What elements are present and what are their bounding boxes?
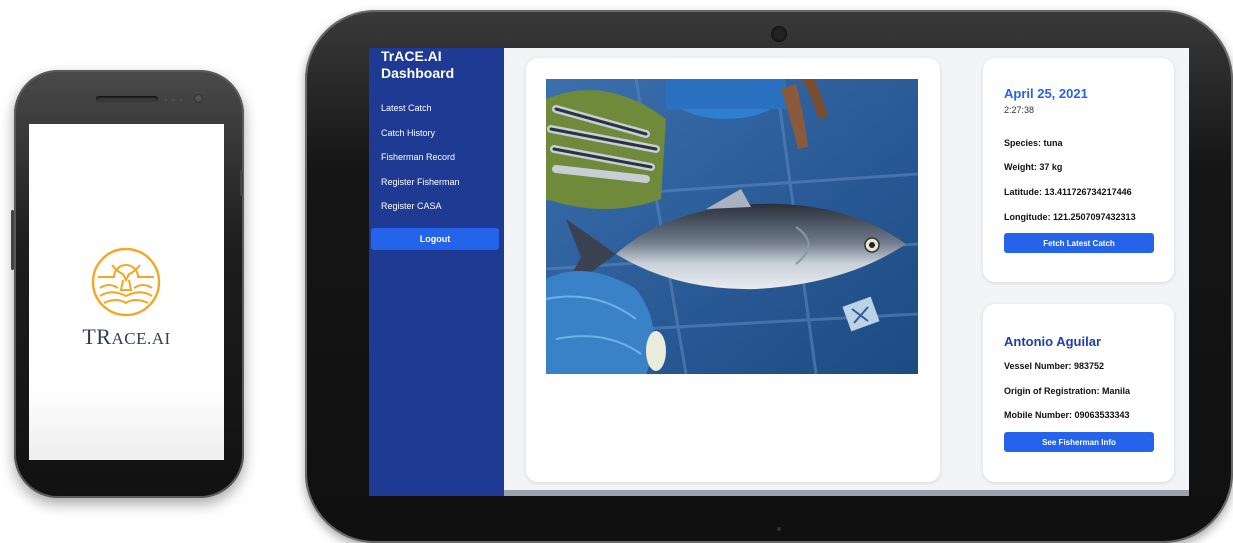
- brand-small: ACE.AI: [111, 329, 171, 348]
- screen-bottom-bar: [504, 490, 1189, 496]
- phone-volume-button: [11, 210, 14, 270]
- see-fisherman-info-button[interactable]: See Fisherman Info: [1004, 432, 1154, 452]
- sidebar-title-line2: Dashboard: [381, 65, 455, 81]
- fetch-latest-catch-button[interactable]: Fetch Latest Catch: [1004, 233, 1154, 253]
- catch-date: April 25, 2021: [1004, 86, 1088, 101]
- sidebar-item-latest-catch[interactable]: Latest Catch: [381, 103, 432, 113]
- sidebar-item-fisherman-record[interactable]: Fisherman Record: [381, 152, 455, 162]
- catch-photo-card: [526, 58, 940, 482]
- catch-weight: Weight: 37 kg: [1004, 162, 1063, 172]
- fisherman-origin: Origin of Registration: Manila: [1004, 386, 1131, 396]
- tablet-device: TrACE.AI Dashboard Latest Catch Catch Hi…: [305, 10, 1233, 543]
- sidebar-item-catch-history[interactable]: Catch History: [381, 128, 435, 138]
- catch-time: 2:27:38: [1004, 105, 1035, 115]
- phone-speaker: [96, 96, 158, 102]
- phone-camera-icon: [194, 94, 203, 103]
- sidebar-title-line1: TrACE.AI: [381, 48, 442, 64]
- logout-button[interactable]: Logout: [371, 228, 499, 250]
- sidebar-item-register-casa[interactable]: Register CASA: [381, 201, 442, 211]
- catch-longitude: Longitude: 121.2507097432313: [1004, 212, 1136, 222]
- sidebar-title: TrACE.AI Dashboard: [381, 48, 501, 82]
- dashboard-screen: TrACE.AI Dashboard Latest Catch Catch Hi…: [369, 48, 1189, 496]
- whale-tail-wave-icon: [91, 247, 161, 317]
- fisherman-vessel-number: Vessel Number: 983752: [1004, 361, 1105, 371]
- fisherman-mobile: Mobile Number: 09063533343: [1004, 410, 1130, 420]
- phone-splash-screen: TRACE.AI: [29, 124, 224, 460]
- tablet-camera-icon: [771, 26, 787, 42]
- fisherman-name: Antonio Aguilar: [1004, 334, 1102, 349]
- latest-catch-card: April 25, 2021 2:27:38 Species: tuna Wei…: [983, 58, 1174, 282]
- phone-power-button: [240, 170, 243, 196]
- tablet-mic: [777, 527, 781, 531]
- catch-latitude: Latitude: 13.411726734217446: [1004, 187, 1132, 197]
- phone-brand-text: TRACE.AI: [29, 324, 224, 350]
- sidebar-item-register-fisherman[interactable]: Register Fisherman: [381, 177, 460, 187]
- fisherman-card: Antonio Aguilar Vessel Number: 983752 Or…: [983, 304, 1174, 482]
- catch-species: Species: tuna: [1004, 138, 1063, 148]
- tuna-catch-photo: [546, 79, 918, 374]
- brand-main: TR: [82, 324, 112, 349]
- sidebar: TrACE.AI Dashboard Latest Catch Catch Hi…: [369, 48, 504, 496]
- phone-device: • • • TRACE.AI: [11, 70, 244, 498]
- phone-sensor-dots: • • •: [164, 95, 184, 105]
